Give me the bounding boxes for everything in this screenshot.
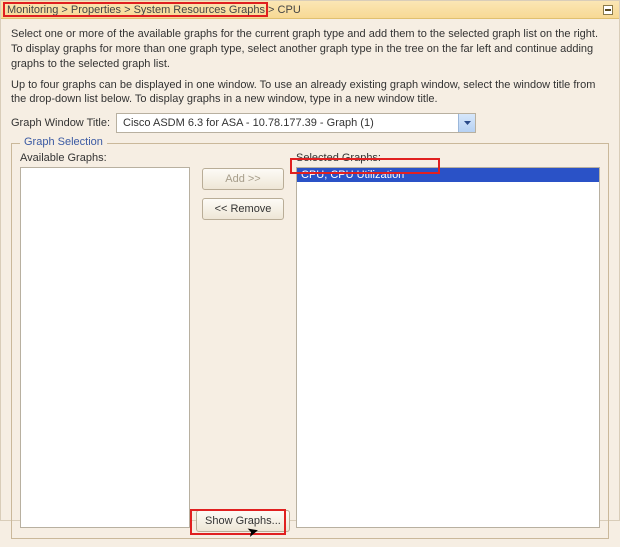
instructions-text: Select one or more of the available grap…: [11, 27, 609, 107]
window-title-value: Cisco ASDM 6.3 for ASA - 10.78.177.39 - …: [117, 117, 458, 129]
minimize-icon: [605, 9, 611, 11]
available-label: Available Graphs:: [20, 152, 190, 164]
show-graphs-wrap: Show Graphs...: [196, 510, 290, 532]
window-title-select[interactable]: Cisco ASDM 6.3 for ASA - 10.78.177.39 - …: [116, 113, 476, 133]
panel-titlebar: Monitoring > Properties > System Resourc…: [1, 1, 619, 19]
window-title-label: Graph Window Title:: [11, 117, 110, 129]
breadcrumb: Monitoring > Properties > System Resourc…: [7, 1, 301, 19]
dropdown-button[interactable]: [458, 114, 475, 132]
collapse-button[interactable]: [603, 5, 613, 15]
list-item[interactable]: CPU, CPU Utilization: [297, 168, 599, 182]
window-title-row: Graph Window Title: Cisco ASDM 6.3 for A…: [11, 113, 609, 133]
available-column: Available Graphs:: [20, 152, 190, 528]
columns: Available Graphs: Add >> << Remove Selec…: [20, 152, 600, 528]
available-listbox[interactable]: [20, 167, 190, 528]
show-graphs-button[interactable]: Show Graphs...: [196, 510, 290, 532]
selected-listbox[interactable]: CPU, CPU Utilization: [296, 167, 600, 528]
selected-column: Selected Graphs: CPU, CPU Utilization: [296, 152, 600, 528]
fieldset-legend: Graph Selection: [20, 136, 107, 148]
instructions-line-2: Up to four graphs can be displayed in on…: [11, 78, 609, 108]
instructions-line-1: Select one or more of the available grap…: [11, 27, 609, 72]
chevron-down-icon: [464, 121, 471, 125]
graph-selection-fieldset: Graph Selection Available Graphs: Add >>…: [11, 143, 609, 539]
transfer-buttons-column: Add >> << Remove: [198, 152, 288, 528]
panel-body: Select one or more of the available grap…: [1, 19, 619, 547]
remove-button[interactable]: << Remove: [202, 198, 284, 220]
add-button[interactable]: Add >>: [202, 168, 284, 190]
selected-label: Selected Graphs:: [296, 152, 600, 164]
cpu-graph-panel: Monitoring > Properties > System Resourc…: [0, 0, 620, 521]
